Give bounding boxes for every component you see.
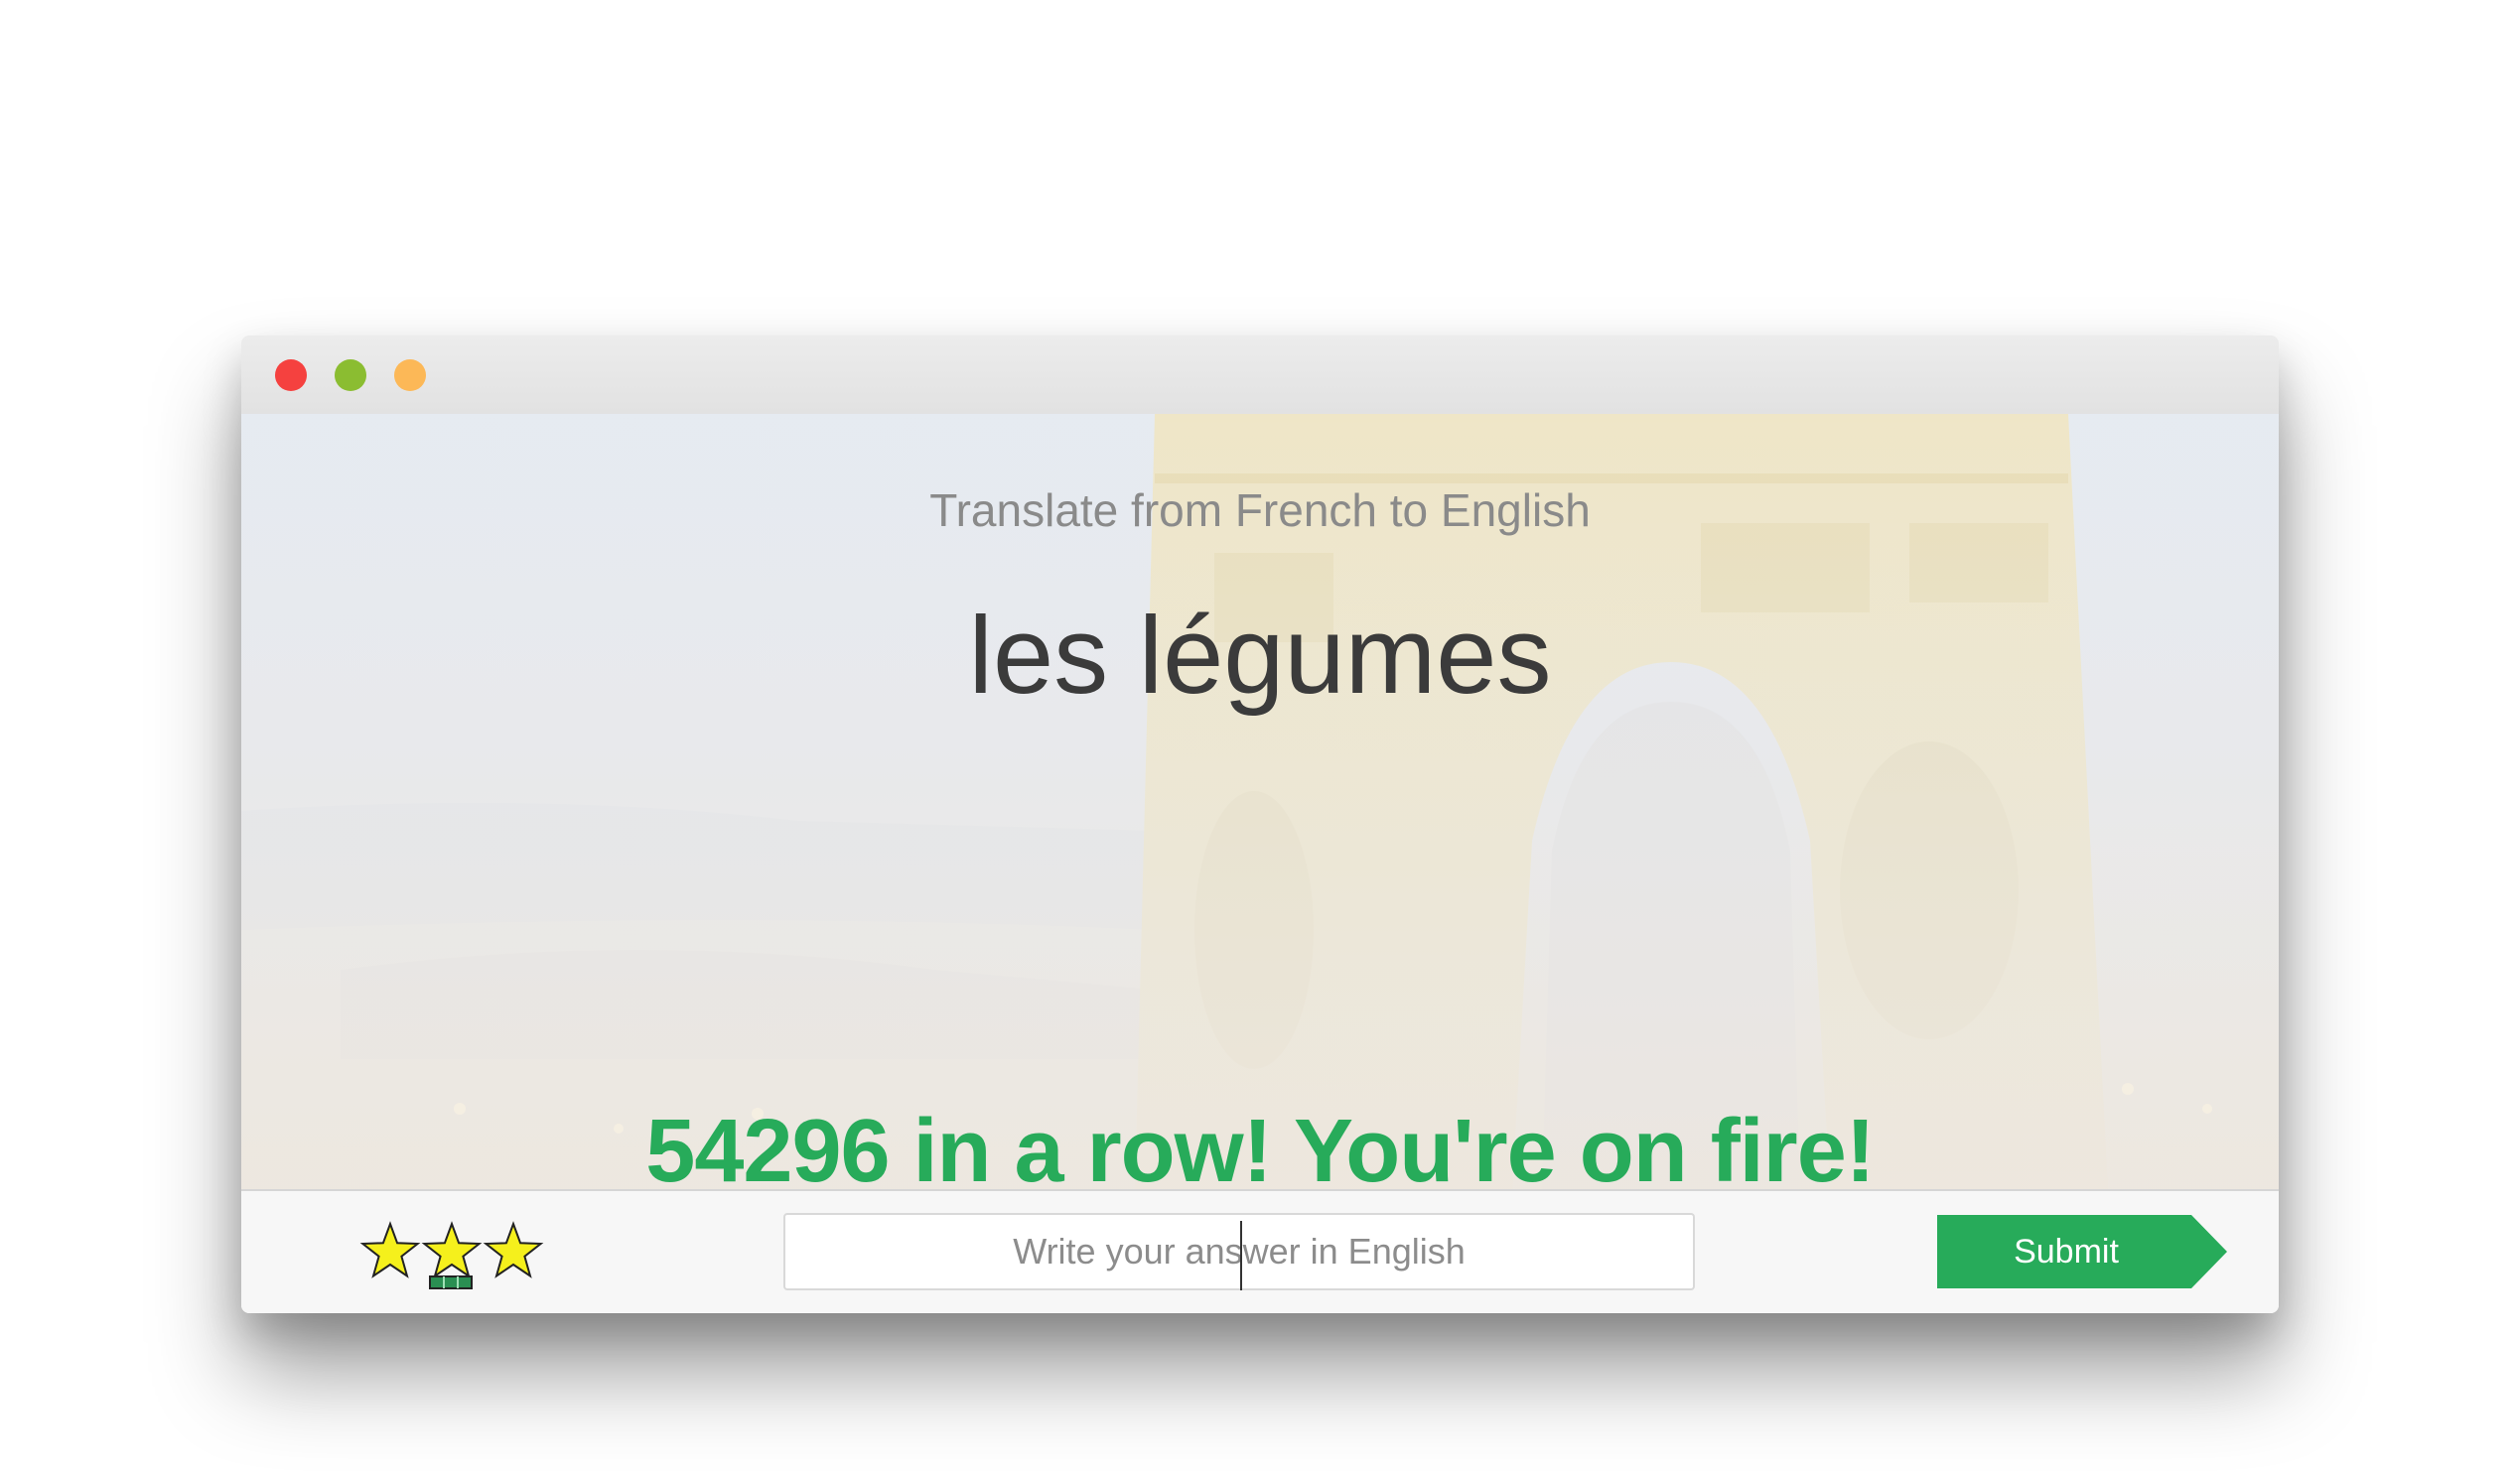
answer-bar: Submit <box>241 1189 2279 1313</box>
streak-indicator <box>429 1275 473 1289</box>
star-icon <box>359 1221 421 1278</box>
exercise-area: Translate from French to English les lég… <box>241 414 2279 1189</box>
star-icon <box>483 1221 544 1278</box>
maximize-window-button[interactable] <box>394 359 426 391</box>
answer-input[interactable] <box>783 1213 1695 1290</box>
french-word: les légumes <box>968 595 1552 717</box>
app-window: Translate from French to English les lég… <box>241 335 2279 1313</box>
minimize-window-button[interactable] <box>335 359 366 391</box>
submit-label: Submit <box>2014 1233 2119 1271</box>
star-rating <box>359 1221 544 1289</box>
close-window-button[interactable] <box>275 359 307 391</box>
instruction-text: Translate from French to English <box>929 484 1591 536</box>
screen: Translate from French to English les lég… <box>0 0 2520 1474</box>
title-bar[interactable] <box>241 335 2279 414</box>
submit-button[interactable]: Submit <box>1937 1215 2227 1288</box>
text-cursor <box>1240 1221 1242 1290</box>
streak-message: 54296 in a row! You're on fire! <box>645 1102 1875 1189</box>
star-icon <box>421 1221 483 1278</box>
